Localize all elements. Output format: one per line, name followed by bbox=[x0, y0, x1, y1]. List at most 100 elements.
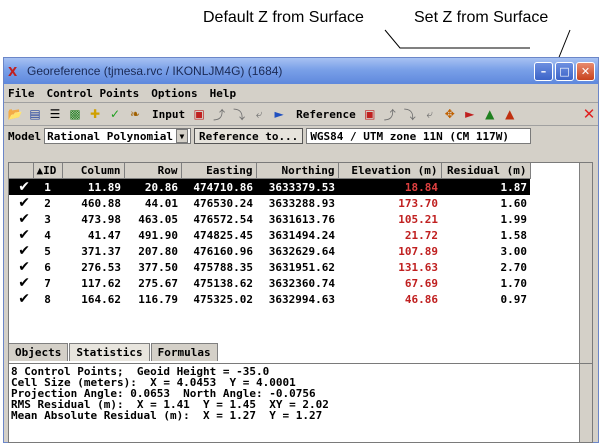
table-row[interactable]: ✔ 7 117.62 275.67 475138.62 3632360.74 67.69 1.… bbox=[9, 275, 530, 291]
toolbar: 📂 ▤ ☰ ▩ ✚ ✓ ❧ Input ▣ ⤴ ⤵ ⤶ ► Reference … bbox=[4, 103, 598, 126]
header-northing[interactable]: Northing bbox=[256, 163, 339, 179]
header-column[interactable]: Column bbox=[62, 163, 125, 179]
callout-area: Default Z from Surface Set Z from Surfac… bbox=[0, 0, 601, 93]
input-arrow-icon[interactable]: ⤴ bbox=[210, 105, 228, 123]
svg-text:X: X bbox=[8, 65, 18, 78]
cell-row: 275.67 bbox=[138, 276, 178, 290]
statistics-line: Mean Absolute Residual (m): X = 1.27 Y =… bbox=[11, 409, 323, 422]
menu-file[interactable]: File bbox=[8, 87, 35, 100]
cell-id: 8 bbox=[44, 292, 51, 306]
minimize-button[interactable]: – bbox=[534, 61, 553, 81]
georeference-window: X Georeference (tjmesa.rvc / IKONLJM4G) … bbox=[3, 57, 599, 443]
model-select[interactable]: Rational Polynomial ▼ bbox=[44, 128, 191, 144]
statistics-scrollbar[interactable] bbox=[579, 364, 592, 442]
input-arrow3-icon[interactable]: ⤶ bbox=[250, 105, 268, 123]
open-icon[interactable]: 📂 bbox=[6, 105, 24, 123]
accept-icon[interactable]: ✓ bbox=[106, 105, 124, 123]
table-header: ▲ID Column Row Easting Northing Elevatio… bbox=[9, 163, 531, 179]
table-row[interactable]: ✔ 4 41.47 491.90 474825.45 3631494.24 21.72 1.5… bbox=[9, 227, 530, 243]
input-zoom-icon[interactable]: ▣ bbox=[190, 105, 208, 123]
table-row[interactable]: ✔ 8 164.62 116.79 475325.02 3632994.63 46.86 0.… bbox=[9, 291, 530, 307]
header-row[interactable]: Row bbox=[124, 163, 182, 179]
cell-residual: 1.99 bbox=[500, 212, 528, 226]
input-go-icon[interactable]: ► bbox=[270, 105, 288, 123]
row-check-cell[interactable]: ✔ bbox=[9, 259, 33, 275]
menu-control-points[interactable]: Control Points bbox=[47, 87, 140, 100]
reference-arrow-icon[interactable]: ⤴ bbox=[381, 105, 399, 123]
save-icon[interactable]: ▤ bbox=[26, 105, 44, 123]
reference-move-icon[interactable]: ✥ bbox=[441, 105, 459, 123]
header-residual[interactable]: Residual (m) bbox=[441, 163, 531, 179]
app-icon: X bbox=[8, 64, 22, 79]
add-point-icon[interactable]: ✚ bbox=[86, 105, 104, 123]
header-id[interactable]: ▲ID bbox=[33, 163, 63, 179]
crs-field[interactable]: WGS84 / UTM zone 11N (CM 117W) bbox=[306, 128, 532, 144]
title-bar[interactable]: X Georeference (tjmesa.rvc / IKONLJM4G) … bbox=[4, 58, 598, 84]
statistics-panel: 8 Control Points; Geoid Height = -35.0 Ce… bbox=[8, 363, 593, 443]
cell-id: 6 bbox=[44, 260, 51, 274]
table-row[interactable]: ✔ 2 460.88 44.01 476530.24 3633288.93 173.70 1.… bbox=[9, 195, 530, 211]
cell-row: 44.01 bbox=[144, 196, 178, 210]
cell-residual: 0.97 bbox=[500, 292, 528, 306]
table-vertical-scrollbar[interactable] bbox=[579, 163, 592, 383]
row-check-cell[interactable]: ✔ bbox=[9, 227, 33, 243]
tab-bar: Objects Statistics Formulas bbox=[8, 343, 219, 361]
set-z-from-surface-icon[interactable]: ▲ bbox=[501, 105, 519, 123]
row-check-cell[interactable]: ✔ bbox=[9, 243, 33, 259]
cell-id: 7 bbox=[44, 276, 51, 290]
tab-statistics[interactable]: Statistics bbox=[69, 343, 150, 361]
cell-easting: 475138.62 bbox=[193, 276, 253, 290]
list-icon[interactable]: ☰ bbox=[46, 105, 64, 123]
header-easting[interactable]: Easting bbox=[181, 163, 257, 179]
table-row[interactable]: ✔ 1 11.89 20.86 474710.86 3633379.53 18.84 1.87 bbox=[9, 178, 530, 195]
cell-row: 463.05 bbox=[138, 212, 178, 226]
cell-easting: 476530.24 bbox=[193, 196, 253, 210]
cell-northing: 3632360.74 bbox=[268, 276, 335, 290]
reference-arrow3-icon[interactable]: ⤶ bbox=[421, 105, 439, 123]
close-button[interactable]: ✕ bbox=[576, 61, 595, 81]
cell-column: 41.47 bbox=[87, 228, 121, 242]
reference-go-icon[interactable]: ► bbox=[461, 105, 479, 123]
menu-help[interactable]: Help bbox=[210, 87, 237, 100]
table-row[interactable]: ✔ 3 473.98 463.05 476572.54 3631613.76 105.21 1… bbox=[9, 211, 530, 227]
cell-easting: 476160.96 bbox=[193, 244, 253, 258]
input-arrow2-icon[interactable]: ⤵ bbox=[230, 105, 248, 123]
cell-elevation: 173.70 bbox=[398, 196, 438, 210]
reference-zoom-icon[interactable]: ▣ bbox=[361, 105, 379, 123]
checkmark-icon: ✔ bbox=[18, 291, 30, 307]
cell-elevation: 131.63 bbox=[398, 260, 438, 274]
maximize-button[interactable]: □ bbox=[555, 61, 574, 81]
cell-easting: 475788.35 bbox=[193, 260, 253, 274]
tab-objects[interactable]: Objects bbox=[8, 343, 69, 361]
table-row[interactable]: ✔ 6 276.53 377.50 475788.35 3631951.62 131.63 2… bbox=[9, 259, 530, 275]
row-check-cell[interactable]: ✔ bbox=[9, 211, 33, 227]
row-check-cell[interactable]: ✔ bbox=[9, 291, 33, 307]
remove-icon[interactable]: ✕ bbox=[580, 105, 598, 123]
reference-to-button[interactable]: Reference to... bbox=[193, 128, 304, 144]
row-check-cell[interactable]: ✔ bbox=[9, 178, 33, 195]
cell-residual: 1.70 bbox=[500, 276, 528, 290]
checkmark-icon: ✔ bbox=[18, 259, 30, 275]
tab-formulas[interactable]: Formulas bbox=[150, 343, 218, 361]
table-row[interactable]: ✔ 5 371.37 207.80 476160.96 3632629.64 107.89 3… bbox=[9, 243, 530, 259]
cell-residual: 1.58 bbox=[500, 228, 528, 242]
reference-arrow2-icon[interactable]: ⤵ bbox=[401, 105, 419, 123]
cell-row: 20.86 bbox=[124, 178, 181, 195]
cell-column: 11.89 bbox=[62, 178, 124, 195]
cell-residual: 1.60 bbox=[500, 196, 528, 210]
delete-point-icon[interactable]: ❧ bbox=[126, 105, 144, 123]
checkmark-icon: ✔ bbox=[18, 211, 30, 227]
cell-residual: 2.70 bbox=[500, 260, 528, 274]
default-z-from-surface-icon[interactable]: ▲ bbox=[481, 105, 499, 123]
row-check-cell[interactable]: ✔ bbox=[9, 195, 33, 211]
cell-id: 5 bbox=[44, 244, 51, 258]
model-select-value: Rational Polynomial bbox=[47, 129, 173, 143]
header-elevation[interactable]: Elevation (m) bbox=[338, 163, 442, 179]
cell-id: 1 bbox=[33, 178, 62, 195]
copy-icon[interactable]: ▩ bbox=[66, 105, 84, 123]
menu-options[interactable]: Options bbox=[151, 87, 197, 100]
cell-row: 207.80 bbox=[138, 244, 178, 258]
cell-column: 460.88 bbox=[81, 196, 121, 210]
statistics-text: 8 Control Points; Geoid Height = -35.0 Ce… bbox=[11, 366, 329, 421]
row-check-cell[interactable]: ✔ bbox=[9, 275, 33, 291]
